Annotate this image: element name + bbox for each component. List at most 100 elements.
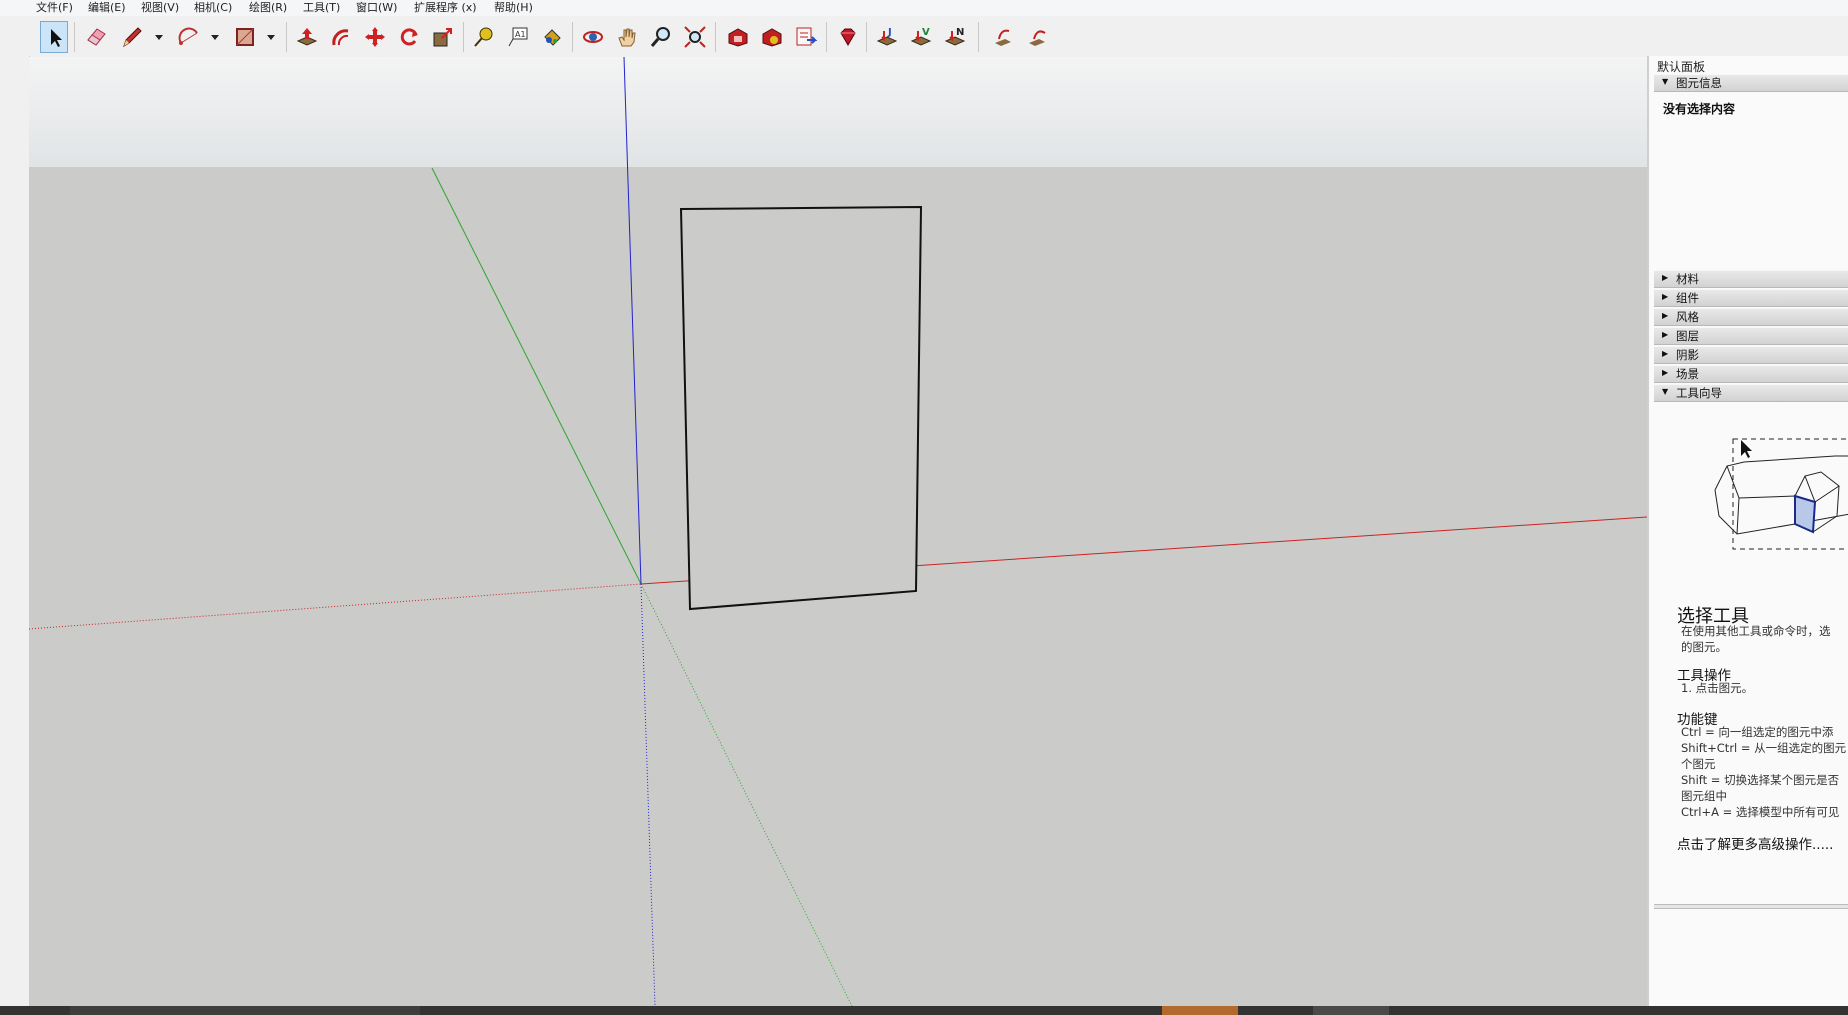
rectangle-tool-button[interactable] xyxy=(231,21,259,53)
guide-desc-line: 的图元。 xyxy=(1681,640,1727,654)
line-tool-dropdown[interactable] xyxy=(152,21,166,53)
toolbar-separator xyxy=(715,22,716,52)
instructor-label: 工具向导 xyxy=(1676,386,1722,400)
rotate-icon xyxy=(400,28,418,46)
tape-measure-icon xyxy=(474,27,493,47)
section-label: 阴影 xyxy=(1676,348,1699,362)
move-icon xyxy=(365,27,385,47)
cursor-arrow-icon xyxy=(51,29,62,47)
guide-desc-line: 在使用其他工具或命令时，选 xyxy=(1681,624,1831,638)
toolbar-separator xyxy=(463,22,464,52)
line-tool-button[interactable] xyxy=(118,21,146,53)
plugin-j-letter: J xyxy=(887,27,892,38)
layers-header[interactable]: ▶ 图层 xyxy=(1654,327,1848,345)
rectangle-icon xyxy=(236,28,254,46)
default-tray: 默认面板 ▼ 图元信息 没有选择内容 ▶ 材料 ▶ 组件 ▶ 风格 ▶ 图层 ▶… xyxy=(1647,56,1848,1006)
svg-text:A1: A1 xyxy=(515,30,526,39)
menu-file[interactable]: 文件(F) xyxy=(36,0,73,16)
magnifier-icon xyxy=(650,27,670,47)
taskbar-active-item[interactable] xyxy=(1162,1006,1238,1015)
ruby-gem-icon xyxy=(840,28,856,46)
section-label: 风格 xyxy=(1676,310,1699,324)
push-pull-tool-button[interactable] xyxy=(293,21,321,53)
arc-tool-dropdown[interactable] xyxy=(208,21,222,53)
text-label-icon: A1 xyxy=(508,27,528,47)
shadows-header[interactable]: ▶ 阴影 xyxy=(1654,346,1848,364)
paint-bucket-tool-button[interactable] xyxy=(538,21,566,53)
sandbox-tool-2-button[interactable] xyxy=(1023,21,1051,53)
select-tool-button[interactable] xyxy=(40,21,68,53)
zoom-tool-button[interactable] xyxy=(647,21,675,53)
taskbar-item[interactable] xyxy=(70,1006,420,1015)
plugin-n-letter: N xyxy=(956,27,964,38)
guide-key-line: 个图元 xyxy=(1681,757,1716,771)
taskbar-item[interactable] xyxy=(1313,1006,1389,1015)
3d-viewport[interactable] xyxy=(29,57,1647,1006)
triangle-right-icon: ▶ xyxy=(1662,311,1669,320)
extension-warehouse-button[interactable] xyxy=(758,21,786,53)
scale-icon xyxy=(433,28,452,47)
share-model-button[interactable] xyxy=(792,21,820,53)
select-tool-illustration xyxy=(1714,438,1848,550)
model-canvas[interactable] xyxy=(29,57,1647,1006)
plugin-j-button[interactable]: J xyxy=(873,21,901,53)
orbit-tool-button[interactable] xyxy=(579,21,607,53)
toolbar-separator xyxy=(826,22,827,52)
plugin-n-icon: N xyxy=(944,27,966,46)
text-tool-button[interactable]: A1 xyxy=(504,21,532,53)
triangle-down-icon: ▼ xyxy=(1662,77,1669,86)
plugin-v-button[interactable]: V xyxy=(907,21,935,53)
plugin-n-button[interactable]: N xyxy=(941,21,969,53)
push-pull-icon xyxy=(296,28,318,46)
triangle-down-icon: ▼ xyxy=(1662,387,1669,396)
no-selection-text: 没有选择内容 xyxy=(1663,102,1736,116)
extension-warehouse-icon xyxy=(762,28,782,47)
materials-header[interactable]: ▶ 材料 xyxy=(1654,270,1848,288)
rectangle-face[interactable] xyxy=(679,205,923,611)
instructor-header[interactable]: ▼ 工具向导 xyxy=(1654,384,1848,402)
sandbox-tool-1-button[interactable] xyxy=(989,21,1017,53)
guide-key-line: Shift = 切换选择某个图元是否 xyxy=(1681,773,1840,787)
chevron-down-icon xyxy=(267,35,275,40)
menu-extensions[interactable]: 扩展程序 (x) xyxy=(414,0,477,16)
menu-window[interactable]: 窗口(W) xyxy=(356,0,397,16)
sky xyxy=(29,57,1647,167)
chevron-down-icon xyxy=(211,35,219,40)
menu-view[interactable]: 视图(V) xyxy=(141,0,179,16)
menu-tools[interactable]: 工具(T) xyxy=(303,0,340,16)
tape-measure-tool-button[interactable] xyxy=(470,21,498,53)
guide-more-link[interactable]: 点击了解更多高级操作..... xyxy=(1677,833,1833,853)
scale-tool-button[interactable] xyxy=(429,21,457,53)
offset-tool-button[interactable] xyxy=(327,21,355,53)
pan-tool-button[interactable] xyxy=(613,21,641,53)
zoom-extents-tool-button[interactable] xyxy=(681,21,709,53)
rotate-tool-button[interactable] xyxy=(395,21,423,53)
taskbar xyxy=(0,1006,1848,1015)
menu-edit[interactable]: 编辑(E) xyxy=(88,0,126,16)
sandbox-icon xyxy=(995,29,1011,46)
hand-icon xyxy=(618,28,636,47)
eraser-tool-button[interactable] xyxy=(82,21,110,53)
menu-camera[interactable]: 相机(C) xyxy=(194,0,232,16)
plugin-v-icon: V xyxy=(910,27,932,46)
entity-info-header[interactable]: ▼ 图元信息 xyxy=(1654,74,1848,92)
chevron-down-icon xyxy=(155,35,163,40)
ruby-console-button[interactable] xyxy=(834,21,862,53)
pencil-icon xyxy=(123,27,142,48)
shape-tool-dropdown[interactable] xyxy=(264,21,278,53)
scenes-header[interactable]: ▶ 场景 xyxy=(1654,365,1848,383)
move-tool-button[interactable] xyxy=(361,21,389,53)
3d-warehouse-button[interactable] xyxy=(724,21,752,53)
section-label: 材料 xyxy=(1676,272,1699,286)
sandbox-icon xyxy=(1029,30,1046,46)
menu-draw[interactable]: 绘图(R) xyxy=(249,0,287,16)
arc-tool-button[interactable] xyxy=(175,21,203,53)
eraser-icon xyxy=(87,28,106,46)
left-toolbar-strip xyxy=(0,56,30,1006)
styles-header[interactable]: ▶ 风格 xyxy=(1654,308,1848,326)
menu-help[interactable]: 帮助(H) xyxy=(494,0,533,16)
tray-splitter[interactable] xyxy=(1654,904,1848,909)
section-label: 场景 xyxy=(1676,367,1699,381)
toolbar-separator xyxy=(978,22,979,52)
components-header[interactable]: ▶ 组件 xyxy=(1654,289,1848,307)
